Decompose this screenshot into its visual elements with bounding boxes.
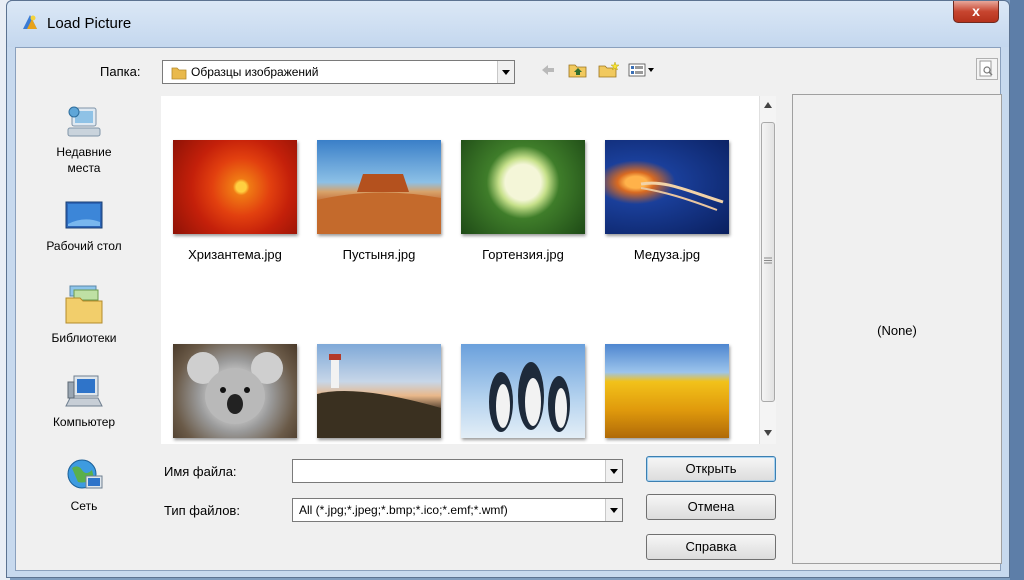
- place-computer-label: Компьютер: [52, 415, 116, 429]
- folder-label: Папка:: [100, 64, 141, 79]
- magnifier-icon: [979, 60, 993, 77]
- filename-input[interactable]: [292, 459, 623, 483]
- file-list-scrollbar[interactable]: [759, 96, 776, 444]
- scroll-up-icon[interactable]: [764, 102, 772, 108]
- recent-places-icon: [64, 104, 104, 140]
- place-desktop[interactable]: Рабочий стол: [16, 198, 152, 254]
- scroll-down-icon[interactable]: [764, 430, 772, 436]
- place-desktop-label: Рабочий стол: [46, 239, 122, 253]
- back-icon[interactable]: [540, 62, 556, 78]
- screen: Load Picture x Папка: Образцы изображени…: [0, 0, 1024, 580]
- background-window-edge-right: [1010, 0, 1024, 580]
- network-icon: [64, 458, 104, 494]
- folder-icon: [171, 67, 187, 80]
- file-list[interactable]: Хризантема.jpg Пустыня.jpg Гортензия.jpg: [161, 96, 775, 444]
- app-icon: [23, 15, 37, 29]
- thumbnail-penguins[interactable]: [461, 344, 585, 438]
- place-recent-label-2: места: [67, 161, 101, 175]
- places-bar: Недавние места Рабочий стол Библиотеки К…: [16, 92, 152, 562]
- dialog-client-area: Папка: Образцы изображений Недавние мест…: [15, 47, 1002, 571]
- title-bar[interactable]: Load Picture x: [7, 1, 1009, 47]
- place-computer[interactable]: Компьютер: [16, 374, 152, 430]
- file-name[interactable]: Гортензия.jpg: [453, 247, 593, 262]
- chevron-down-icon: [610, 507, 618, 513]
- thumbnail-hydrangea[interactable]: [461, 140, 585, 234]
- scrollbar-thumb[interactable]: [761, 122, 775, 402]
- grip-icon: [764, 257, 772, 264]
- preview-pane: (None): [792, 94, 1002, 564]
- load-picture-dialog: Load Picture x Папка: Образцы изображени…: [6, 0, 1010, 578]
- libraries-icon: [64, 282, 104, 326]
- close-icon: x: [972, 3, 980, 19]
- filename-label: Имя файла:: [164, 464, 237, 479]
- place-libraries-label: Библиотеки: [51, 331, 117, 345]
- thumbnail-chrysanthemum[interactable]: [173, 140, 297, 234]
- thumbnail-jellyfish[interactable]: [605, 140, 729, 234]
- computer-icon: [64, 374, 104, 410]
- place-network[interactable]: Сеть: [16, 458, 152, 514]
- thumbnail-lighthouse[interactable]: [317, 344, 441, 438]
- folder-value: Образцы изображений: [191, 65, 319, 79]
- file-name[interactable]: Хризантема.jpg: [165, 247, 305, 262]
- thumbnail-koala[interactable]: [173, 344, 297, 438]
- preview-toggle-button[interactable]: [976, 58, 998, 80]
- preview-text: (None): [877, 323, 917, 338]
- chevron-down-icon: [610, 468, 618, 474]
- filetype-select[interactable]: All (*.jpg;*.jpeg;*.bmp;*.ico;*.emf;*.wm…: [292, 498, 623, 522]
- new-folder-icon[interactable]: [598, 62, 620, 78]
- close-button[interactable]: x: [953, 1, 999, 23]
- desktop-icon: [64, 198, 104, 234]
- filetype-value: All (*.jpg;*.jpeg;*.bmp;*.ico;*.emf;*.wm…: [299, 503, 508, 517]
- place-network-label: Сеть: [70, 499, 98, 513]
- up-folder-icon[interactable]: [568, 62, 588, 78]
- filename-dropdown-arrow[interactable]: [605, 460, 622, 482]
- thumbnail-desert[interactable]: [317, 140, 441, 234]
- filetype-label: Тип файлов:: [164, 503, 240, 518]
- chevron-down-icon: [502, 69, 510, 75]
- window-title: Load Picture: [47, 15, 132, 32]
- file-name[interactable]: Пустыня.jpg: [309, 247, 449, 262]
- filetype-dropdown-arrow[interactable]: [605, 499, 622, 521]
- help-button[interactable]: Справка: [646, 534, 776, 560]
- thumbnail-tulips[interactable]: [605, 344, 729, 438]
- folder-combobox[interactable]: Образцы изображений: [162, 60, 515, 84]
- cancel-button[interactable]: Отмена: [646, 494, 776, 520]
- file-name[interactable]: Медуза.jpg: [597, 247, 737, 262]
- place-libraries[interactable]: Библиотеки: [16, 282, 152, 346]
- place-recent[interactable]: Недавние места: [16, 104, 152, 176]
- view-menu-icon[interactable]: [628, 62, 656, 78]
- open-button[interactable]: Открыть: [646, 456, 776, 482]
- place-recent-label-1: Недавние: [56, 145, 112, 159]
- folder-dropdown-arrow[interactable]: [497, 61, 514, 83]
